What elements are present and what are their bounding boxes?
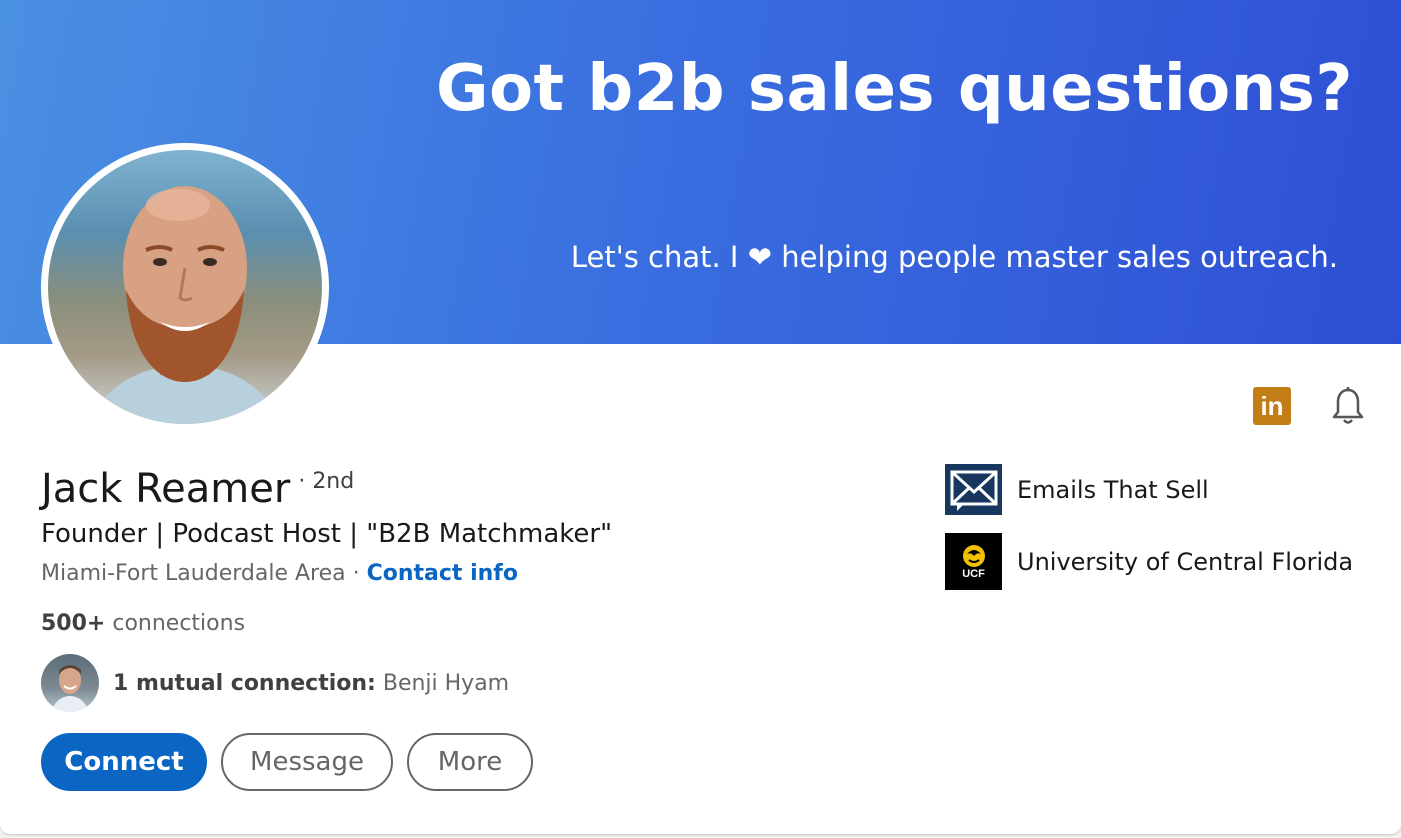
connections-label: connections — [105, 611, 246, 636]
profile-card: Got b2b sales questions? Let's chat. I ❤… — [0, 0, 1401, 834]
more-button[interactable]: More — [407, 733, 533, 791]
linkedin-icon[interactable]: in — [1253, 387, 1291, 425]
message-button[interactable]: Message — [221, 733, 393, 791]
experience-education-list: Emails That Sell UCF University of Centr… — [945, 464, 1353, 608]
profile-photo-image — [48, 150, 322, 424]
current-company-name: Emails That Sell — [1017, 475, 1209, 504]
banner-subline: Let's chat. I ❤ helping people master sa… — [570, 240, 1338, 274]
current-company-item[interactable]: Emails That Sell — [945, 464, 1353, 515]
name-row: Jack Reamer · 2nd — [41, 466, 354, 512]
contact-info-link[interactable]: Contact info — [367, 561, 518, 586]
profile-photo[interactable] — [41, 143, 329, 431]
connect-button[interactable]: Connect — [41, 733, 207, 791]
ucf-logo-icon: UCF — [945, 533, 1002, 590]
mutual-connection-text: 1 mutual connection: Benji Hyam — [113, 671, 509, 696]
profile-name: Jack Reamer — [41, 466, 291, 512]
banner-headline: Got b2b sales questions? — [436, 52, 1353, 126]
mutual-count: 1 mutual connection: — [113, 670, 376, 696]
connections-number: 500+ — [41, 611, 106, 636]
profile-headline: Founder | Podcast Host | "B2B Matchmaker… — [41, 519, 613, 549]
education-item[interactable]: UCF University of Central Florida — [945, 533, 1353, 590]
mutual-name: Benji Hyam — [375, 670, 510, 696]
mutual-connection-avatar — [41, 654, 99, 712]
mutual-connections[interactable]: 1 mutual connection: Benji Hyam — [41, 654, 509, 712]
bell-icon[interactable] — [1329, 386, 1367, 426]
top-actions: in — [1253, 386, 1367, 426]
profile-location: Miami-Fort Lauderdale Area — [41, 561, 346, 586]
location-row: Miami-Fort Lauderdale Area · Contact inf… — [41, 561, 518, 586]
connections-count[interactable]: 500+ connections — [41, 611, 245, 636]
envelope-logo-icon — [945, 464, 1002, 515]
profile-actions: Connect Message More — [41, 733, 533, 791]
connection-degree: · 2nd — [298, 469, 355, 494]
education-name: University of Central Florida — [1017, 547, 1354, 576]
ucf-logo-text: UCF — [962, 567, 985, 580]
location-separator: · — [345, 561, 367, 586]
